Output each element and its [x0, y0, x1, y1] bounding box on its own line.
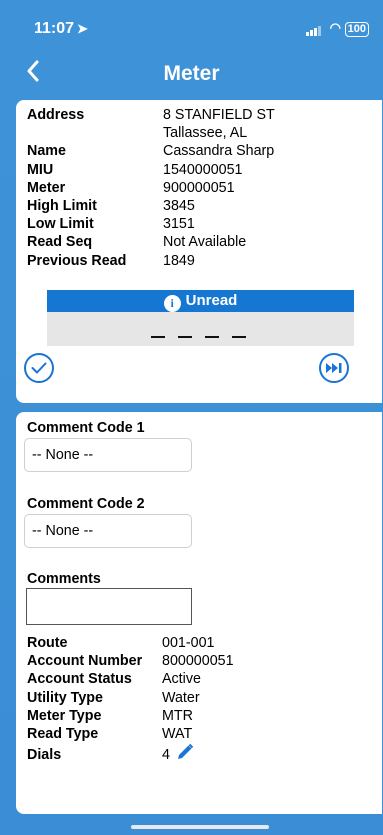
info-row: MIU 1540000051	[27, 161, 275, 179]
digit-dash	[232, 336, 246, 338]
account-info-list: Route 001-001 Account Number 800000051 Accou…	[27, 634, 234, 766]
info-label: Previous Read	[27, 252, 127, 269]
info-row: Account Status Active	[27, 670, 234, 688]
read-status-label: Unread	[185, 292, 238, 309]
info-row: Account Number 800000051	[27, 652, 234, 670]
info-row: Dials 4	[27, 743, 234, 766]
comment-code-2-select[interactable]: -- None --	[24, 514, 192, 548]
info-label: Address	[27, 107, 85, 123]
meter-read-input[interactable]	[47, 312, 354, 346]
status-icons: ◠ 100	[306, 20, 369, 37]
battery-level: 100	[347, 23, 366, 35]
nav-bar: Meter	[0, 56, 383, 94]
info-label	[27, 124, 163, 142]
comments-card: Comment Code 1 -- None -- Comment Code 2…	[16, 412, 382, 814]
location-arrow-icon: ➤	[77, 21, 88, 36]
comment-code-2-label: Comment Code 2	[27, 496, 145, 512]
info-value: 1849	[163, 252, 195, 269]
info-row: High Limit 3845	[27, 197, 275, 215]
comments-input[interactable]	[26, 588, 192, 625]
page-title: Meter	[163, 62, 220, 85]
info-label: Account Number	[27, 653, 143, 670]
info-value: 800000051	[162, 653, 234, 670]
info-value: MTR	[162, 707, 193, 724]
edit-pencil-icon[interactable]	[176, 743, 194, 766]
info-label: Route	[27, 635, 68, 651]
info-row: Name Cassandra Sharp	[27, 142, 275, 160]
info-row: Utility Type Water	[27, 689, 234, 707]
info-row: Meter Type MTR	[27, 707, 234, 725]
read-digit-placeholders	[151, 336, 246, 338]
home-indicator	[131, 825, 269, 829]
info-row: Route 001-001	[27, 634, 234, 652]
signal-icon	[306, 21, 322, 37]
info-value: Active	[162, 671, 201, 688]
info-label: Meter	[27, 179, 66, 196]
info-row: Meter 900000051	[27, 179, 275, 197]
info-row: Low Limit 3151	[27, 215, 275, 233]
info-value: 8 STANFIELD ST	[163, 107, 275, 123]
comment-code-1-label: Comment Code 1	[27, 420, 145, 436]
info-value: Not Available	[163, 234, 247, 251]
skip-forward-icon	[326, 363, 342, 373]
battery-icon: 100	[344, 22, 369, 37]
info-value: 900000051	[163, 179, 235, 196]
info-row: Tallassee, AL	[27, 124, 275, 142]
info-label: Meter Type	[27, 707, 102, 724]
info-value: 1540000051	[163, 161, 243, 178]
comment-code-1-select[interactable]: -- None --	[24, 438, 192, 472]
digit-dash	[205, 336, 219, 338]
info-label: Low Limit	[27, 216, 94, 233]
info-row: Address 8 STANFIELD ST	[27, 106, 275, 124]
info-label: Utility Type	[27, 689, 103, 706]
info-label: Name	[27, 143, 66, 160]
skip-next-button[interactable]	[319, 353, 349, 383]
info-row: Read Type WAT	[27, 725, 234, 743]
info-value: 3845	[163, 198, 195, 215]
info-value: 3151	[163, 216, 195, 233]
info-value: 001-001	[162, 635, 215, 651]
meter-info-card: Address 8 STANFIELD ST Tallassee, AL Name Ca…	[16, 100, 382, 403]
comments-label: Comments	[27, 571, 101, 587]
info-value: Tallassee, AL	[163, 125, 248, 142]
wifi-icon: ◠	[329, 20, 342, 35]
digit-dash	[178, 336, 192, 338]
info-value: Cassandra Sharp	[163, 143, 275, 160]
info-label: Dials	[27, 746, 62, 763]
info-icon: i	[163, 295, 181, 312]
time-text: 11:07	[34, 20, 75, 37]
meter-info-list: Address 8 STANFIELD ST Tallassee, AL Name Ca…	[27, 106, 275, 270]
info-label: High Limit	[27, 198, 97, 215]
info-label: Read Seq	[27, 234, 93, 251]
info-value: Water	[162, 689, 200, 706]
status-bar: 11:07 ➤ ◠ 100	[0, 0, 383, 54]
info-label: MIU	[27, 161, 54, 178]
confirm-button[interactable]	[24, 353, 54, 383]
status-time: 11:07 ➤	[34, 20, 88, 38]
info-label: Read Type	[27, 726, 99, 743]
info-label: Account Status	[27, 671, 132, 688]
info-value: 4	[162, 746, 170, 763]
info-value: WAT	[162, 726, 193, 743]
read-status-banner: i Unread	[47, 290, 354, 312]
info-row: Previous Read 1849	[27, 252, 275, 270]
checkmark-icon	[31, 362, 47, 374]
digit-dash	[151, 336, 165, 338]
info-row: Read Seq Not Available	[27, 233, 275, 251]
